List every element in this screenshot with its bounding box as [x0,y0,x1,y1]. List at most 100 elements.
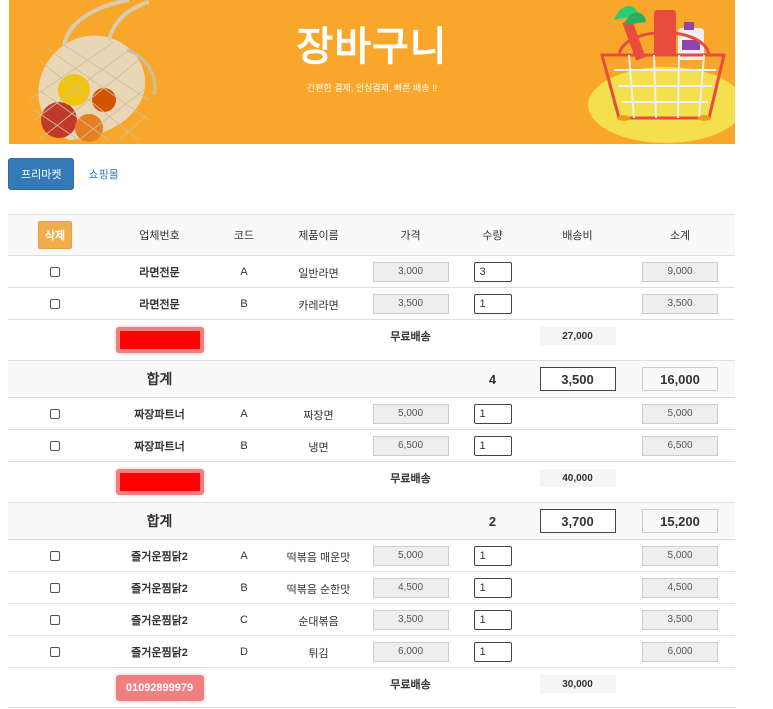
vendor-summary-row: 01092899979 무료배송 30,000 [8,667,735,708]
subtotal-field: 3,500 [642,293,718,314]
free-shipping-label: 무료배송 [390,331,431,343]
code-cell: C [240,613,248,626]
cart-table: 삭제 업체번호 코드 제품이름 가격 수량 배송비 소계 라면전문 A 일반라면… [8,214,735,708]
tab-shopping-mall[interactable]: 쇼핑몰 [88,166,118,182]
table-row: 즐거운찜닭2 D 튀김 6,000 1 6,000 [8,635,735,667]
table-row: 짜장파트너 A 짜장면 5,000 1 5,000 [8,397,735,429]
free-shipping-label: 무료배송 [390,473,431,485]
table-row: 짜장파트너 B 냉면 6,500 1 6,500 [8,429,735,461]
total-subtotal: 16,000 [642,367,718,391]
product-name-cell: 카레라면 [298,300,339,312]
free-shipping-threshold: 27,000 [539,327,616,345]
code-cell: B [240,297,248,310]
price-field: 3,000 [372,261,449,282]
row-checkbox[interactable] [50,614,60,625]
vendor-cell: 즐거운찜닭2 [131,550,188,563]
subtotal-field: 5,000 [642,403,718,424]
total-subtotal: 15,200 [642,509,718,533]
row-checkbox[interactable] [50,440,60,451]
total-label: 합계 [146,371,173,387]
quantity-input[interactable]: 1 [473,293,512,314]
quantity-input[interactable]: 1 [473,577,512,598]
header-name: 제품이름 [298,230,339,242]
price-field: 6,500 [372,435,449,456]
table-row: 라면전문 A 일반라면 3,000 3 9,000 [8,255,735,287]
table-row: 즐거운찜닭2 A 떡볶음 매운맛 5,000 1 5,000 [8,539,735,571]
code-cell: A [240,407,248,420]
product-name-cell: 일반라면 [298,268,339,280]
product-name-cell: 튀김 [308,648,329,660]
header-price: 가격 [400,230,421,242]
product-name-cell: 순대볶음 [298,616,339,628]
delete-button[interactable]: 삭제 [37,221,73,249]
price-field: 4,500 [372,577,449,598]
vendor-phone-badge [115,327,204,353]
subtotal-field: 4,500 [642,577,718,598]
vendor-cell: 즐거운찜닭2 [131,646,188,659]
product-name-cell: 떡볶음 매운맛 [286,552,351,564]
row-checkbox[interactable] [50,298,60,309]
subtotal-field: 3,500 [642,609,718,630]
quantity-input[interactable]: 1 [473,609,512,630]
product-name-cell: 짜장면 [303,410,334,422]
tab-free-market[interactable]: 프리마켓 [8,158,75,190]
market-tabs: 프리마켓 쇼핑몰 [8,158,119,190]
row-checkbox[interactable] [50,408,60,419]
vendor-cell: 라면전문 [139,298,180,311]
code-cell: A [240,265,248,278]
total-label: 합계 [146,513,173,529]
quantity-input[interactable]: 1 [473,403,512,424]
price-field: 5,000 [372,545,449,566]
price-field: 3,500 [372,609,449,630]
product-name-cell: 떡볶음 순한맛 [286,584,351,596]
total-qty: 4 [488,371,497,387]
vendor-cell: 라면전문 [139,266,180,279]
row-checkbox[interactable] [50,550,60,561]
header-code: 코드 [233,230,255,242]
row-checkbox[interactable] [50,266,60,277]
quantity-input[interactable]: 1 [473,435,512,456]
vendor-phone-badge: 01092899979 [115,674,204,701]
header-banner: 장바구니 간편한 결제, 안심결제, 빠른 배송 !! [9,0,735,144]
price-field: 3,500 [372,293,449,314]
shopping-basket-illustration [588,5,735,143]
vendor-cell: 짜장파트너 [134,440,185,453]
vendor-summary-row: 무료배송 40,000 [8,461,735,502]
price-field: 6,000 [372,641,449,662]
code-cell: D [240,645,248,658]
table-row: 즐거운찜닭2 C 순대볶음 3,500 1 3,500 [8,603,735,635]
table-row: 즐거운찜닭2 B 떡볶음 순한맛 4,500 1 4,500 [8,571,735,603]
row-checkbox[interactable] [50,582,60,593]
free-shipping-threshold: 40,000 [539,469,616,487]
quantity-input[interactable]: 1 [473,545,512,566]
header-qty: 수량 [482,230,503,242]
vendor-cell: 짜장파트너 [134,408,185,421]
header-shipping: 배송비 [562,230,593,242]
total-row: 합계 2 3,700 15,200 [8,502,735,539]
quantity-input[interactable]: 3 [473,261,512,282]
code-cell: B [240,439,248,452]
code-cell: A [240,549,248,562]
code-cell: B [240,581,248,594]
total-qty: 2 [488,513,497,529]
table-header: 삭제 업체번호 코드 제품이름 가격 수량 배송비 소계 [8,214,735,255]
vendor-cell: 즐거운찜닭2 [131,614,188,627]
free-shipping-label: 무료배송 [390,679,431,691]
product-name-cell: 냉면 [308,442,329,454]
free-shipping-threshold: 30,000 [539,675,616,693]
vendor-summary-row: 무료배송 27,000 [8,319,735,360]
row-checkbox[interactable] [50,646,60,657]
table-row: 라면전문 B 카레라면 3,500 1 3,500 [8,287,735,319]
subtotal-field: 9,000 [642,261,718,282]
vendor-phone-badge [115,469,204,495]
subtotal-field: 5,000 [642,545,718,566]
price-field: 5,000 [372,403,449,424]
header-vendor: 업체번호 [139,230,180,242]
subtotal-field: 6,500 [642,435,718,456]
header-subtotal: 소계 [669,230,691,242]
total-shipping: 3,700 [539,509,616,533]
quantity-input[interactable]: 1 [473,641,512,662]
total-row: 합계 4 3,500 16,000 [8,360,735,397]
total-shipping: 3,500 [539,367,616,391]
subtotal-field: 6,000 [642,641,718,662]
